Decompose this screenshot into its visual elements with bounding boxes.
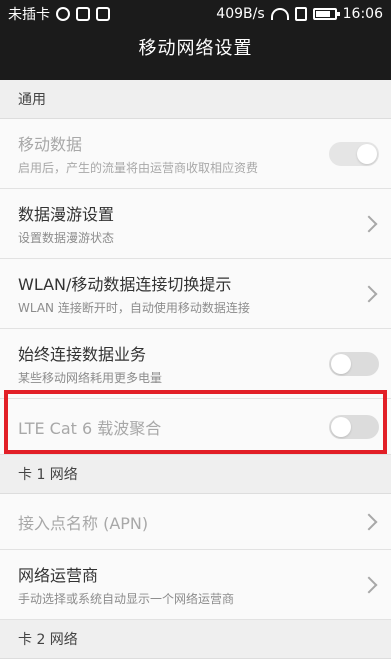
wlan-switch-title: WLAN/移动数据连接切换提示 <box>18 275 232 294</box>
data-roaming-row[interactable]: 数据漫游设置 设置数据漫游状态 <box>0 189 391 259</box>
chevron-right-icon <box>360 513 378 530</box>
status-bar: 未插卡 409B/s 16:06 <box>0 0 391 28</box>
carrier-label: 未插卡 <box>8 7 50 23</box>
toggle-knob <box>331 416 351 437</box>
always-on-row[interactable]: 始终连接数据业务 某些移动网络耗用更多电量 <box>0 329 391 399</box>
operator-row[interactable]: 网络运营商 手动选择或系统自动显示一个网络运营商 <box>0 550 391 620</box>
lte-ca-toggle[interactable] <box>329 414 379 439</box>
data-roaming-title: 数据漫游设置 <box>18 205 115 224</box>
toggle-knob <box>357 143 377 164</box>
section-card1: 卡 1 网络 <box>0 455 391 494</box>
operator-title: 网络运营商 <box>18 566 99 585</box>
sim-icon <box>56 7 70 21</box>
page-title: 移动网络设置 <box>138 38 253 59</box>
phone-icon <box>294 7 307 21</box>
data-roaming-subtitle: 设置数据漫游状态 <box>18 231 115 245</box>
top-bar: 未插卡 409B/s 16:06 移动网络设置 <box>0 0 391 80</box>
mobile-data-subtitle: 启用后，产生的流量将由运营商收取相应资费 <box>18 161 259 175</box>
wlan-switch-subtitle: WLAN 连接断开时，自动使用移动数据连接 <box>18 301 250 315</box>
lte-ca-title: LTE Cat 6 载波聚合 <box>18 418 162 438</box>
battery-icon <box>312 8 340 20</box>
clock: 16:06 <box>342 6 383 22</box>
lte-ca-row[interactable]: LTE Cat 6 载波聚合 <box>0 399 391 455</box>
battery-fill <box>315 11 330 17</box>
status-left: 未插卡 <box>8 4 110 24</box>
apn-title: 接入点名称 (APN) <box>18 513 149 533</box>
operator-subtitle: 手动选择或系统自动显示一个网络运营商 <box>18 592 235 606</box>
section-general: 通用 <box>0 80 391 119</box>
network-speed: 409B/s <box>216 6 265 22</box>
wifi-icon <box>270 8 289 20</box>
mobile-data-row[interactable]: 移动数据 启用后，产生的流量将由运营商收取相应资费 <box>0 119 391 189</box>
wlan-switch-row[interactable]: WLAN/移动数据连接切换提示 WLAN 连接断开时，自动使用移动数据连接 <box>0 259 391 329</box>
apn-row[interactable]: 接入点名称 (APN) <box>0 494 391 550</box>
mobile-data-toggle[interactable] <box>329 141 379 166</box>
status-right: 409B/s 16:06 <box>216 6 383 22</box>
always-on-subtitle: 某些移动网络耗用更多电量 <box>18 371 163 385</box>
always-on-title: 始终连接数据业务 <box>18 345 147 364</box>
section-card2: 卡 2 网络 <box>0 620 391 659</box>
toggle-knob <box>331 353 351 374</box>
mobile-data-title: 移动数据 <box>18 135 83 154</box>
photo-icon <box>76 7 90 21</box>
always-on-toggle[interactable] <box>329 351 379 376</box>
edit-icon <box>96 7 110 21</box>
